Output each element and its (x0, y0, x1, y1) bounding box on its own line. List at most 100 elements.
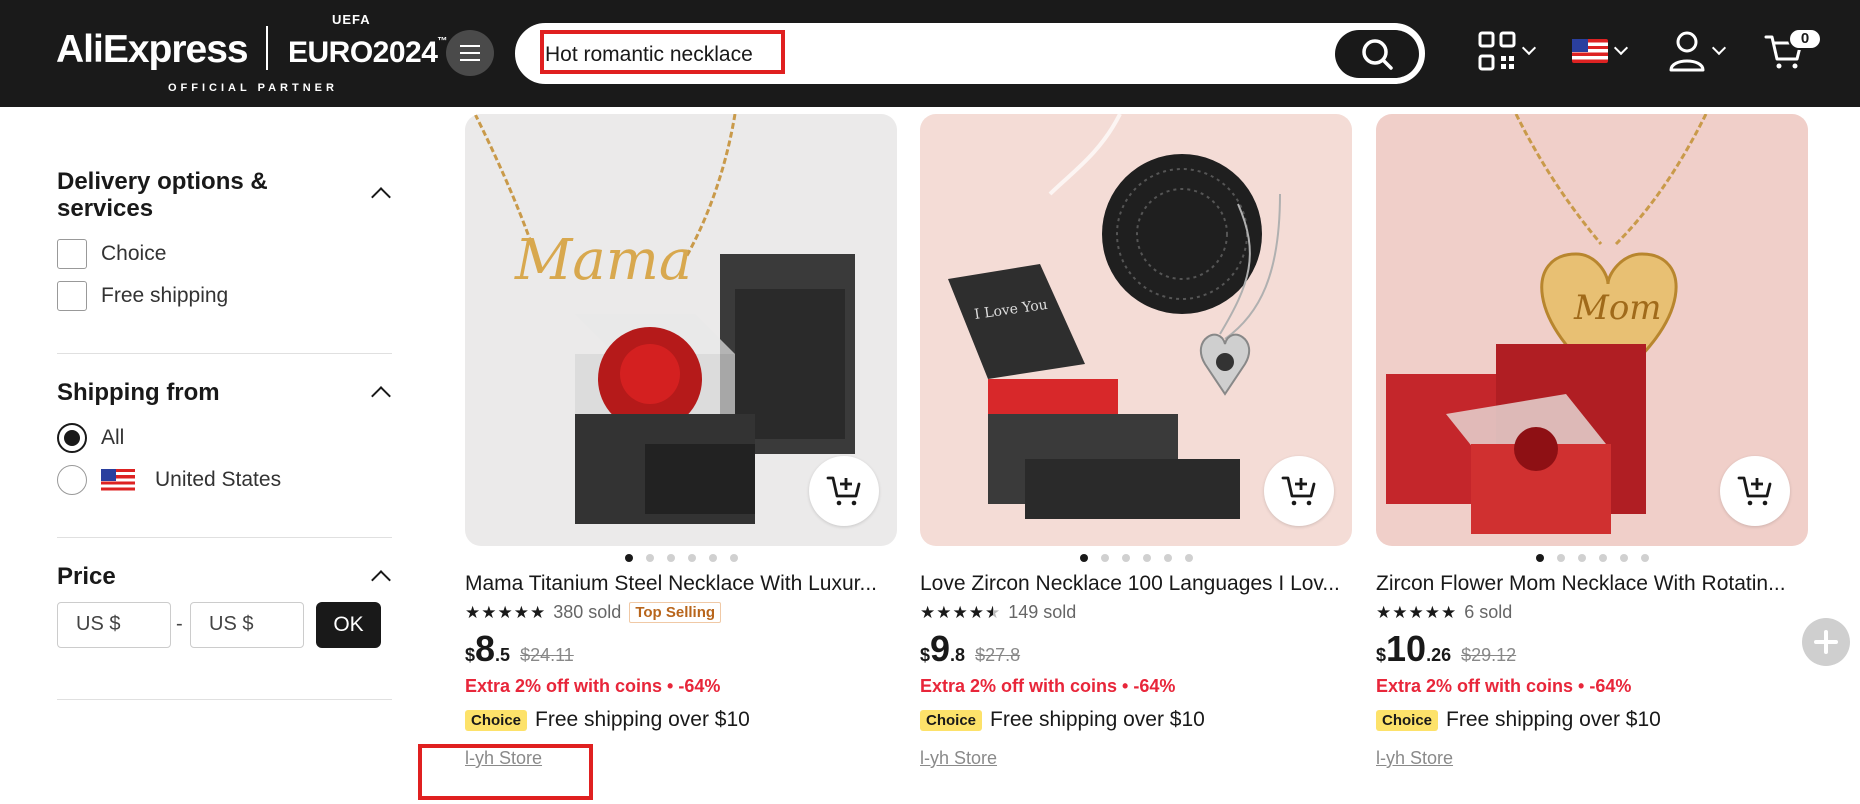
chevron-down-icon (1521, 40, 1537, 56)
carousel-dot[interactable] (1100, 554, 1109, 562)
svg-text:Mama: Mama (514, 228, 692, 293)
filter-choice-label: Choice (101, 242, 167, 265)
price-title: Price (57, 563, 116, 590)
filter-free-shipping-label: Free shipping (101, 284, 229, 307)
product-card[interactable]: Mama Mama Titanium Steel Necklace With L… (465, 114, 897, 768)
search-button[interactable] (1335, 30, 1419, 78)
free-shipping-checkbox[interactable] (57, 281, 87, 311)
filter-choice[interactable]: Choice (57, 239, 166, 269)
svg-text:Mom: Mom (1573, 288, 1662, 328)
image-carousel-dots[interactable] (920, 554, 1352, 562)
product-image[interactable]: Mama (465, 114, 897, 546)
product-card[interactable]: I Love You Love Zircon Necklace 100 Lang… (920, 114, 1352, 768)
sold-count: 380 sold (553, 602, 622, 622)
carousel-dot[interactable] (1556, 554, 1565, 562)
image-carousel-dots[interactable] (465, 554, 897, 562)
half-star-icon: ★ (985, 603, 1001, 622)
shipping-from-united-states[interactable]: United States (57, 465, 281, 495)
star-icon: ★ (481, 603, 497, 622)
coin-discount-text: Extra 2% off with coins • -64% (465, 676, 721, 696)
floating-add-button[interactable] (1802, 618, 1850, 666)
product-title[interactable]: Mama Titanium Steel Necklace With Luxur.… (465, 572, 897, 596)
carousel-dot[interactable] (1535, 554, 1544, 562)
price-max-input[interactable]: US $ (190, 602, 304, 648)
store-link[interactable]: l-yh Store (1376, 748, 1453, 769)
cart-count-badge: 0 (1788, 28, 1822, 50)
add-to-cart-button[interactable] (809, 456, 879, 526)
carousel-dot[interactable] (1598, 554, 1607, 562)
menu-button[interactable] (446, 30, 494, 76)
shipping-from-section: Shipping from (57, 379, 392, 406)
star-icon: ★ (920, 603, 936, 622)
choice-badge: Choice (465, 709, 528, 731)
carousel-dot[interactable] (1079, 554, 1088, 562)
aliexpress-logo[interactable]: AliExpress (56, 28, 249, 72)
chevron-up-icon[interactable] (371, 187, 391, 207)
product-title[interactable]: Love Zircon Necklace 100 Languages I Lov… (920, 572, 1352, 596)
shipping-us-radio[interactable] (57, 465, 87, 495)
carousel-dot[interactable] (708, 554, 717, 562)
carousel-dot[interactable] (1184, 554, 1193, 562)
add-to-cart-icon (826, 476, 861, 506)
product-title[interactable]: Zircon Flower Mom Necklace With Rotatin.… (1376, 572, 1808, 596)
euro-text: EURO2024 (288, 36, 438, 69)
menu-icon (460, 52, 480, 54)
carousel-dot[interactable] (624, 554, 633, 562)
qr-code-menu[interactable] (1478, 26, 1537, 76)
shipping-us-label: United States (155, 468, 282, 491)
account-menu[interactable] (1668, 26, 1727, 76)
carousel-dot[interactable] (1163, 554, 1172, 562)
product-card[interactable]: Mom Zircon Flower Mom Necklace With Rota… (1376, 114, 1808, 768)
star-icon: ★ (952, 603, 968, 622)
carousel-dot[interactable] (645, 554, 654, 562)
user-icon (1669, 31, 1705, 72)
product-image[interactable]: Mom (1376, 114, 1808, 546)
price-range-dash: - (176, 613, 183, 635)
shipping-row: Choice Free shipping over $10 (1376, 708, 1661, 732)
price-row: $10.26 $29.12 (1376, 628, 1516, 670)
carousel-dot[interactable] (1619, 554, 1628, 562)
choice-checkbox[interactable] (57, 239, 87, 269)
price-ok-button[interactable]: OK (316, 602, 381, 648)
star-icon: ★ (1441, 603, 1457, 622)
region-selector[interactable] (1572, 26, 1629, 76)
shipping-from-all[interactable]: All (57, 423, 124, 453)
shipping-row: Choice Free shipping over $10 (920, 708, 1205, 732)
star-rating: ★ ★ ★ ★ ★ (920, 604, 1000, 621)
carousel-dot[interactable] (1640, 554, 1649, 562)
store-link[interactable]: l-yh Store (920, 748, 997, 769)
add-to-cart-icon (1281, 476, 1316, 506)
product-image[interactable]: I Love You (920, 114, 1352, 546)
search-text-highlight (540, 30, 785, 74)
carousel-dot[interactable] (729, 554, 738, 562)
plus-icon (1814, 630, 1838, 654)
star-icon: ★ (513, 603, 529, 622)
shipping-all-radio[interactable] (57, 423, 87, 453)
carousel-dot[interactable] (687, 554, 696, 562)
carousel-dot[interactable] (1121, 554, 1130, 562)
star-icon: ★ (1424, 603, 1440, 622)
sidebar-divider (57, 353, 392, 354)
original-price: $24.11 (520, 645, 574, 665)
star-icon: ★ (1376, 603, 1392, 622)
star-icon: ★ (1392, 603, 1408, 622)
euro2024-logo: EURO2024™ (288, 36, 447, 69)
add-to-cart-button[interactable] (1720, 456, 1790, 526)
shipping-row: Choice Free shipping over $10 (465, 708, 750, 732)
carousel-dot[interactable] (666, 554, 675, 562)
rating-row: ★ ★ ★ ★ ★ 380 sold Top Selling (465, 602, 722, 623)
uefa-text: UEFA (332, 12, 371, 27)
shipping-text: Free shipping over $10 (535, 708, 750, 731)
current-price: $10.26 (1376, 628, 1452, 669)
logo-divider (266, 26, 268, 70)
filter-free-shipping[interactable]: Free shipping (57, 281, 228, 311)
star-icon: ★ (465, 603, 481, 622)
top-navigation-bar: AliExpress UEFA EURO2024™ OFFICIAL PARTN… (0, 0, 1860, 107)
image-carousel-dots[interactable] (1376, 554, 1808, 562)
carousel-dot[interactable] (1142, 554, 1151, 562)
add-to-cart-button[interactable] (1264, 456, 1334, 526)
star-icon: ★ (936, 603, 952, 622)
sidebar-divider (57, 699, 392, 700)
price-min-input[interactable]: US $ (57, 602, 171, 648)
carousel-dot[interactable] (1577, 554, 1586, 562)
